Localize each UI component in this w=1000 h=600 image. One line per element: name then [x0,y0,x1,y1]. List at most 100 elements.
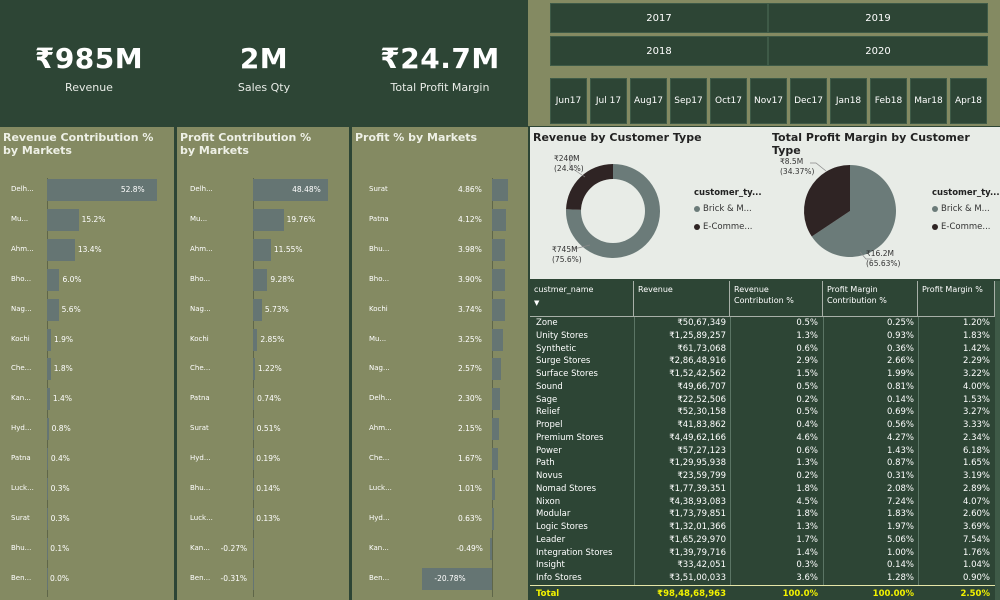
bar[interactable] [253,328,258,351]
bar[interactable] [253,448,254,471]
bar[interactable] [47,358,51,381]
table-row[interactable]: Sound ₹49,66,707 0.5% 0.81% 4.00% [530,381,1000,394]
month-button[interactable]: Feb 18 [870,78,907,124]
table-row[interactable]: Surge Stores ₹2,86,48,916 2.9% 2.66% 2.29% [530,355,1000,368]
month-button[interactable]: Jun 17 [550,78,587,124]
table-row[interactable]: Unity Stores ₹1,25,89,257 1.3% 0.93% 1.83% [530,330,1000,343]
data-label: 1.8% [53,364,73,374]
month-button[interactable]: Aug 17 [630,78,667,124]
bar[interactable] [492,358,501,381]
legend-item-brick[interactable]: Brick & M... [932,204,990,214]
table-row[interactable]: Integration Stores ₹1,39,79,716 1.4% 1.00% 1… [530,547,1000,560]
data-label: 4.12% [458,214,482,224]
table-row[interactable]: Power ₹57,27,123 0.6% 1.43% 6.18% [530,445,1000,458]
column-header-profit-margin[interactable]: Profit Margin % [918,281,995,317]
table-row[interactable]: Nixon ₹4,38,93,083 4.5% 7.24% 4.07% [530,496,1000,509]
bar[interactable] [253,268,268,291]
bar[interactable] [47,328,51,351]
table-row[interactable]: Relief ₹52,30,158 0.5% 0.69% 3.27% [530,406,1000,419]
legend-item-ecom[interactable]: E-Comme... [932,222,990,232]
bar[interactable] [47,208,79,231]
bar[interactable] [253,358,255,381]
legend-item-brick[interactable]: Brick & M... [694,204,752,214]
bar[interactable] [253,388,255,411]
bar[interactable] [252,567,254,590]
bar[interactable] [492,208,506,231]
bar[interactable] [47,388,50,411]
column-header-revenue[interactable]: Revenue [634,281,730,317]
bar[interactable] [492,328,503,351]
bar[interactable] [492,238,506,261]
month-button[interactable]: Apr 18 [950,78,987,124]
table-row[interactable]: Leader ₹1,65,29,970 1.7% 5.06% 7.54% [530,534,1000,547]
bar[interactable] [47,448,48,471]
table-row[interactable]: Propel ₹41,83,862 0.4% 0.56% 3.33% [530,419,1000,432]
table-row[interactable]: Sage ₹22,52,506 0.2% 0.14% 1.53% [530,394,1000,407]
month-label: Jan [835,95,850,106]
bar[interactable] [490,537,492,560]
table-cell: 2.66% [886,356,914,367]
kpi-profit-margin-value: ₹24.7M [380,42,500,75]
column-header-profit-contribution[interactable]: Profit Margin Contribution % [823,281,918,317]
year-button-2018[interactable]: 2018 [550,36,768,66]
table-row[interactable]: Logic Stores ₹1,32,01,366 1.3% 1.97% 3.69% [530,521,1000,534]
table-row[interactable]: Premium Stores ₹4,49,62,166 4.6% 4.27% 2.34% [530,432,1000,445]
bar[interactable] [492,179,509,201]
bar[interactable] [253,208,284,231]
legend-item-ecom[interactable]: E-Comme... [694,222,752,232]
month-button[interactable]: Jul 17 [590,78,627,124]
column-header-revenue-contribution[interactable]: Revenue Contribution % [730,281,823,317]
year-button-2017[interactable]: 2017 [550,3,768,33]
table-cell: 3.19% [962,471,990,482]
table-row[interactable]: Novus ₹23,59,799 0.2% 0.31% 3.19% [530,470,1000,483]
table-row[interactable]: Insight ₹33,42,051 0.3% 0.14% 1.04% [530,559,1000,572]
bar[interactable] [47,268,60,291]
bar[interactable] [253,238,271,261]
bar[interactable] [47,567,48,590]
table-row[interactable]: Nomad Stores ₹1,77,39,351 1.8% 2.08% 2.89% [530,483,1000,496]
month-button[interactable]: Nov 17 [750,78,787,124]
month-button[interactable]: Sep 17 [670,78,707,124]
bar[interactable] [253,507,254,530]
bar[interactable] [47,418,49,441]
bar[interactable] [492,478,496,500]
profit-pie[interactable] [804,165,896,257]
bar[interactable] [253,298,262,321]
bar[interactable] [47,298,59,321]
bar[interactable] [492,298,505,321]
year-button-2019[interactable]: 2019 [768,3,988,33]
table-row[interactable]: Info Stores ₹3,51,00,033 3.6% 1.28% 0.90% [530,572,1000,585]
table-row[interactable]: Modular ₹1,73,79,851 1.8% 1.83% 2.60% [530,508,1000,521]
table-row[interactable]: Synthetic ₹61,73,068 0.6% 0.36% 1.42% [530,343,1000,356]
bar[interactable] [47,537,48,560]
month-button[interactable]: Oct 17 [710,78,747,124]
bar[interactable] [492,268,506,291]
bar[interactable] [253,478,254,500]
category-label: Luck... [11,484,34,492]
bar[interactable] [47,238,75,261]
year-button-2020[interactable]: 2020 [768,36,988,66]
bar[interactable] [492,507,495,530]
month-button[interactable]: Jan 18 [830,78,867,124]
bar[interactable] [252,537,254,560]
date-filter-panel: 2017 2019 2018 2020 Jun 17 Jul 17 Aug 17 Sep 1… [528,0,1000,126]
sort-desc-icon[interactable]: ▼ [534,298,629,309]
bar[interactable] [492,388,500,411]
column-header-customer[interactable]: custmer_name ▼ [530,281,634,317]
category-label: Patna [190,394,210,403]
table-row[interactable]: Zone ₹50,67,349 0.5% 0.25% 1.20% [530,317,1000,330]
table-row[interactable]: Path ₹1,29,95,938 1.3% 0.87% 1.65% [530,457,1000,470]
bar[interactable] [492,418,500,441]
table-cell: 0.31% [886,471,914,482]
bar[interactable] [253,418,254,441]
bar[interactable] [47,507,48,530]
month-year: 17 [691,95,703,106]
month-button[interactable]: Mar 18 [910,78,947,124]
revenue-donut[interactable] [566,164,660,258]
table-scrollbar[interactable] [995,281,1000,600]
month-button[interactable]: Dec 17 [790,78,827,124]
bar[interactable] [47,478,48,500]
table-row[interactable]: Surface Stores ₹1,52,42,562 1.5% 1.99% 3.22% [530,368,1000,381]
month-year: 17 [651,95,664,106]
bar[interactable] [492,448,498,471]
